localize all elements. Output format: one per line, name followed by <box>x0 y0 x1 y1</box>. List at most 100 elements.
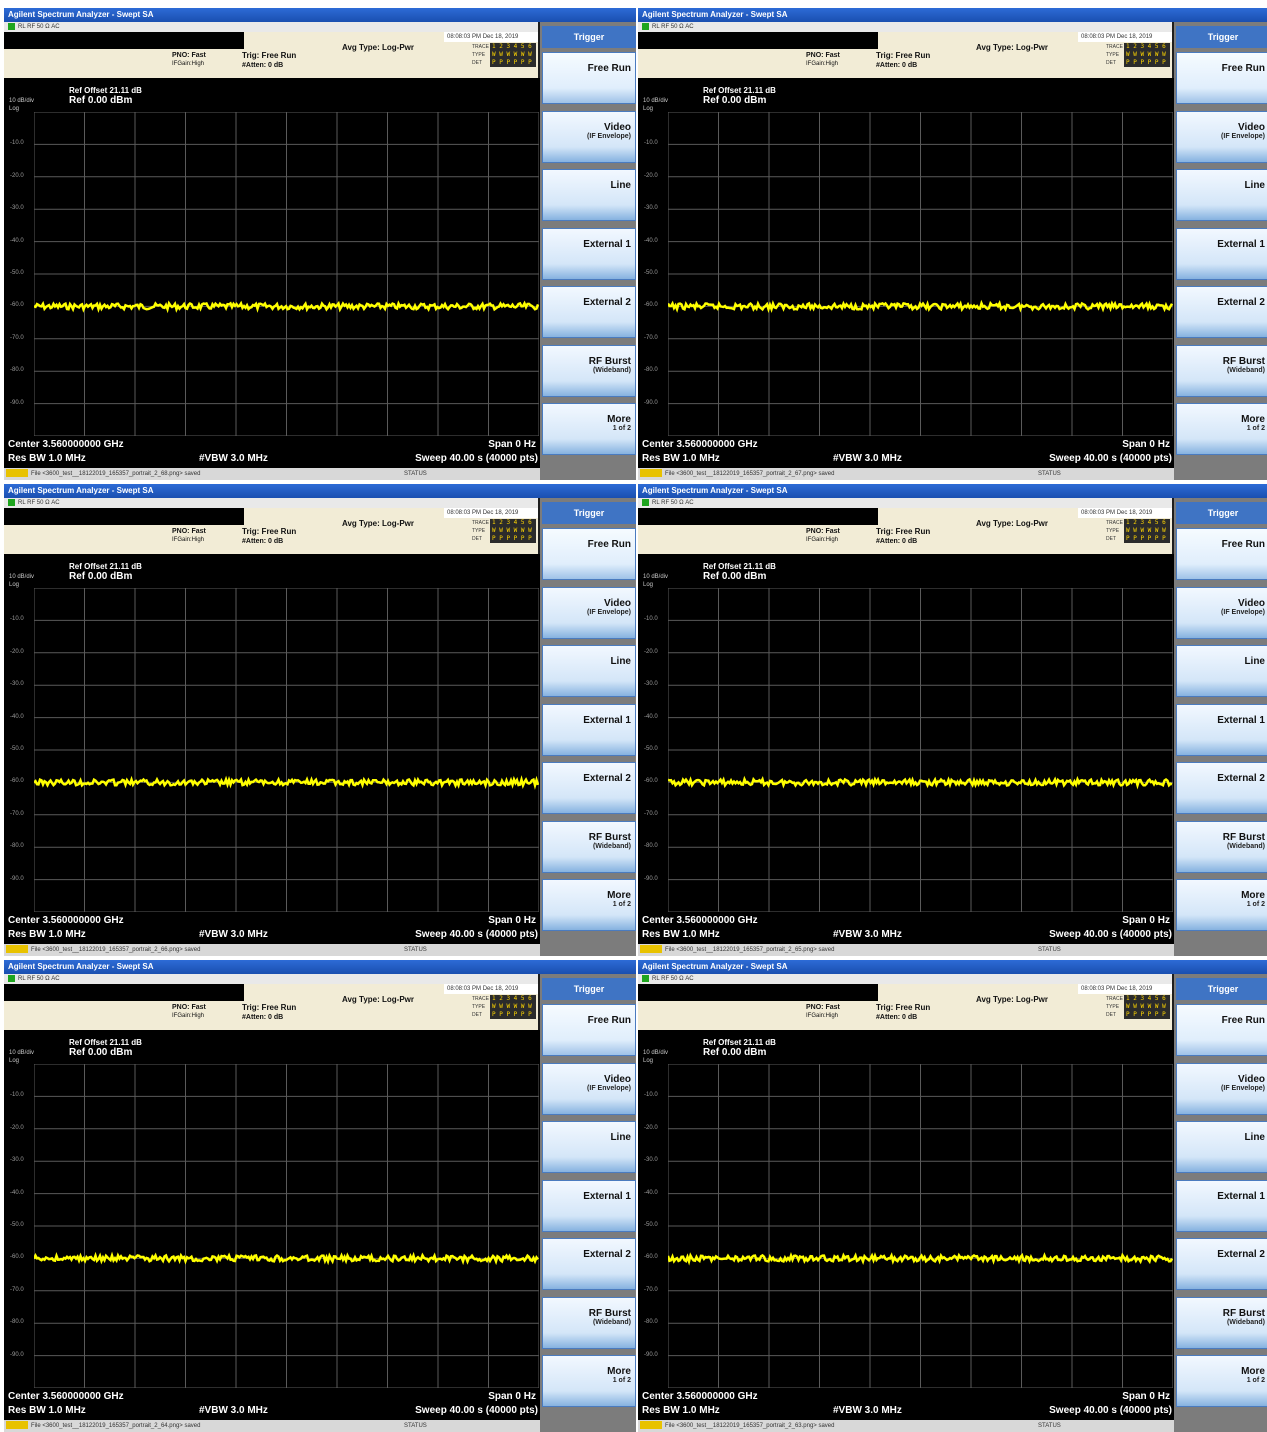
softkey-label: Free Run <box>587 63 631 74</box>
measurement-screen[interactable]: Ref Offset 21.11 dB Ref 0.00 dBm 10 dB/d… <box>638 78 1174 468</box>
softkey-more[interactable]: More 1 of 2 <box>542 1355 636 1407</box>
type-values: W W W W W W <box>492 51 532 58</box>
softkey-label: External 2 <box>583 773 631 784</box>
measurement-screen[interactable]: Ref Offset 21.11 dB Ref 0.00 dBm 10 dB/d… <box>638 554 1174 944</box>
softkey-more[interactable]: More 1 of 2 <box>1176 879 1267 931</box>
status-left: RL RF 50 Ω AC <box>652 24 694 30</box>
softkey-rf-burst[interactable]: RF Burst (Wideband) <box>542 1296 636 1349</box>
softkey-more[interactable]: More 1 of 2 <box>542 403 636 455</box>
scale-per-div: 10 dB/div <box>643 574 669 580</box>
softkey-external-1[interactable]: External 1 <box>542 227 636 280</box>
measurement-screen[interactable]: Ref Offset 21.11 dB Ref 0.00 dBm 10 dB/d… <box>638 1030 1174 1420</box>
trace-graticule <box>668 588 1173 912</box>
softkey-line[interactable]: Line <box>542 645 636 697</box>
softkey-label: More <box>1241 414 1265 425</box>
marker-readout-box <box>638 984 878 1001</box>
ifgain-setting: IFGain:High <box>806 1013 839 1019</box>
softkey-external-1[interactable]: External 1 <box>1176 1179 1267 1232</box>
softkey-external-1[interactable]: External 1 <box>1176 703 1267 756</box>
softkey-external-1[interactable]: External 1 <box>542 1179 636 1232</box>
trace-status-box: 1 2 3 4 5 6 W W W W W W P P P P P P <box>490 995 536 1019</box>
file-saved-message: File <3600_test__18122019_165357_portrai… <box>31 471 201 477</box>
status-led-icon <box>8 498 15 506</box>
type-values: W W W W W W <box>1126 527 1166 534</box>
softkey-video[interactable]: Video (IF Envelope) <box>1176 1062 1267 1115</box>
softkey-label: More <box>1241 890 1265 901</box>
softkey-external-1[interactable]: External 1 <box>542 703 636 756</box>
softkey-external-2[interactable]: External 2 <box>1176 286 1267 338</box>
softkey-video[interactable]: Video (IF Envelope) <box>542 1062 636 1115</box>
trace-label: TRACE <box>472 520 489 526</box>
menu-title: Trigger <box>1176 26 1267 48</box>
resolution-bandwidth: Res BW 1.0 MHz <box>642 453 720 464</box>
file-saved-message: File <3600_test__18122019_165357_portrai… <box>665 471 835 477</box>
msg-indicator <box>640 1421 662 1430</box>
softkey-video[interactable]: Video (IF Envelope) <box>542 586 636 639</box>
softkey-video[interactable]: Video (IF Envelope) <box>542 110 636 163</box>
measurement-screen[interactable]: Ref Offset 21.11 dB Ref 0.00 dBm 10 dB/d… <box>4 1030 540 1420</box>
softkey-external-2[interactable]: External 2 <box>1176 762 1267 814</box>
softkey-video[interactable]: Video (IF Envelope) <box>1176 586 1267 639</box>
softkey-external-2[interactable]: External 2 <box>542 762 636 814</box>
video-bandwidth: #VBW 3.0 MHz <box>833 929 902 940</box>
type-values: W W W W W W <box>1126 1003 1166 1010</box>
trace-values: 1 2 3 4 5 6 <box>492 519 532 526</box>
resolution-bandwidth: Res BW 1.0 MHz <box>642 929 720 940</box>
softkey-line[interactable]: Line <box>1176 169 1267 221</box>
softkey-more[interactable]: More 1 of 2 <box>1176 403 1267 455</box>
softkey-rf-burst[interactable]: RF Burst (Wideband) <box>1176 820 1267 873</box>
resolution-bandwidth: Res BW 1.0 MHz <box>8 1405 86 1416</box>
softkey-sublabel: (IF Envelope) <box>1221 608 1265 616</box>
marker-readout-box <box>4 984 244 1001</box>
resolution-bandwidth: Res BW 1.0 MHz <box>8 929 86 940</box>
softkey-sublabel: 1 of 2 <box>612 901 631 908</box>
softkey-more[interactable]: More 1 of 2 <box>1176 1355 1267 1407</box>
softkey-free-run[interactable]: Free Run <box>542 52 636 104</box>
softkey-external-1[interactable]: External 1 <box>1176 227 1267 280</box>
y-tick-label: -50.0 <box>10 270 24 276</box>
softkey-free-run[interactable]: Free Run <box>1176 52 1267 104</box>
video-bandwidth: #VBW 3.0 MHz <box>199 1405 268 1416</box>
status-label: STATUS <box>404 471 427 477</box>
softkey-external-2[interactable]: External 2 <box>542 286 636 338</box>
det-label: DET <box>472 60 482 66</box>
attenuation-setting: #Atten: 0 dB <box>242 62 284 69</box>
softkey-rf-burst[interactable]: RF Burst (Wideband) <box>542 820 636 873</box>
ref-level: Ref 0.00 dBm <box>703 571 767 582</box>
softkey-more[interactable]: More 1 of 2 <box>542 879 636 931</box>
softkey-external-2[interactable]: External 2 <box>1176 1238 1267 1290</box>
settings-panel: PNO: Fast IFGain:High Trig: Free Run #At… <box>4 508 538 554</box>
softkey-line[interactable]: Line <box>1176 1121 1267 1173</box>
softkey-line[interactable]: Line <box>542 169 636 221</box>
measurement-screen[interactable]: Ref Offset 21.11 dB Ref 0.00 dBm 10 dB/d… <box>4 78 540 468</box>
message-bar: File <3600_test__18122019_165357_portrai… <box>4 1420 540 1432</box>
softkey-free-run[interactable]: Free Run <box>1176 528 1267 580</box>
softkey-rf-burst[interactable]: RF Burst (Wideband) <box>1176 344 1267 397</box>
softkey-label: RF Burst <box>588 831 631 843</box>
y-tick-label: -90.0 <box>644 875 658 882</box>
trace-label: TRACE <box>1106 44 1123 50</box>
softkey-line[interactable]: Line <box>1176 645 1267 697</box>
avg-type-setting: Avg Type: Log-Pwr <box>976 519 1048 528</box>
spectrum-analyzer-window: Agilent Spectrum Analyzer - Swept SA RL … <box>4 8 636 480</box>
scale-per-div: 10 dB/div <box>643 98 669 104</box>
softkey-free-run[interactable]: Free Run <box>542 528 636 580</box>
y-tick-label: -20.0 <box>10 648 24 655</box>
softkey-free-run[interactable]: Free Run <box>1176 1004 1267 1056</box>
softkey-external-2[interactable]: External 2 <box>542 1238 636 1290</box>
trace-graticule <box>34 112 539 436</box>
softkey-label: Free Run <box>1221 63 1265 74</box>
softkey-line[interactable]: Line <box>542 1121 636 1173</box>
softkey-video[interactable]: Video (IF Envelope) <box>1176 110 1267 163</box>
softkey-rf-burst[interactable]: RF Burst (Wideband) <box>542 344 636 397</box>
video-bandwidth: #VBW 3.0 MHz <box>199 453 268 464</box>
measurement-screen[interactable]: Ref Offset 21.11 dB Ref 0.00 dBm 10 dB/d… <box>4 554 540 944</box>
softkey-free-run[interactable]: Free Run <box>542 1004 636 1056</box>
ref-level: Ref 0.00 dBm <box>69 571 133 582</box>
softkey-rf-burst[interactable]: RF Burst (Wideband) <box>1176 1296 1267 1349</box>
settings-panel: PNO: Fast IFGain:High Trig: Free Run #At… <box>638 984 1172 1030</box>
window-title: Agilent Spectrum Analyzer - Swept SA <box>638 960 1267 974</box>
y-tick-label: -60.0 <box>10 1254 24 1261</box>
scale-per-div: 10 dB/div <box>9 1050 35 1056</box>
status-line: RL RF 50 Ω AC <box>4 22 538 32</box>
